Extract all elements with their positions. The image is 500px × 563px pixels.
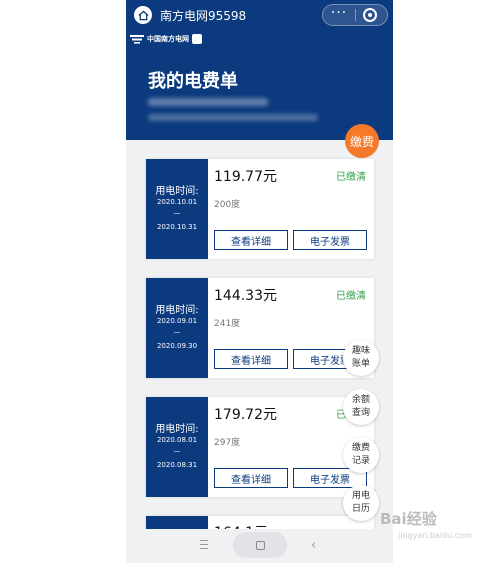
bill-card: 用电时间: 2020.10.01 — 2020.10.31 119.77元 已缴… — [146, 159, 374, 259]
balance-query-button[interactable]: 余额 查询 — [343, 389, 379, 425]
bill-period: 用电时间: 2020.08.01 — 2020.08.31 — [146, 397, 208, 497]
csg-logo-icon — [130, 35, 144, 44]
header: 南方电网95598 ··· 中国南方电网 我的电费单 — [126, 0, 393, 140]
usage-calendar-label: 用电 日历 — [351, 491, 370, 514]
close-icon[interactable] — [363, 8, 377, 22]
status-badge: 已缴清 — [336, 291, 366, 302]
period-end: 2020.10.31 — [156, 223, 198, 231]
payment-record-label: 缴费 记录 — [351, 443, 370, 466]
page-title: 我的电费单 — [148, 71, 238, 92]
payment-record-button[interactable]: 缴费 记录 — [343, 437, 379, 473]
view-detail-button[interactable]: 查看详细 — [214, 468, 288, 488]
system-nav-bar: ‹ — [126, 529, 393, 563]
balance-query-label: 余额 查询 — [351, 395, 370, 418]
home-nav-button[interactable] — [233, 532, 287, 558]
bill-usage: 241度 — [214, 319, 241, 329]
view-detail-button[interactable]: 查看详细 — [214, 349, 288, 369]
watermark: Bai经验 — [380, 510, 437, 528]
home-button[interactable] — [134, 6, 152, 24]
back-icon[interactable]: ‹ — [311, 538, 316, 553]
bill-amount: 179.72元 — [214, 407, 277, 423]
period-start: 2020.10.01 — [156, 198, 198, 206]
pay-button[interactable]: 缴费 — [345, 124, 379, 158]
menu-icon[interactable] — [200, 540, 208, 550]
bill-period: 用电时间: 2020.10.01 — 2020.10.31 — [146, 159, 208, 259]
period-end: 2020.08.31 — [156, 461, 198, 469]
square-icon — [256, 541, 265, 550]
account-info-blurred — [148, 98, 268, 106]
period-label: 用电时间: — [155, 305, 199, 316]
bill-amount: 119.77元 — [214, 169, 277, 185]
bill-usage: 297度 — [214, 438, 241, 448]
address-info-blurred — [148, 114, 318, 121]
bill-card: 用电时间: 2020.09.01 — 2020.09.30 144.33元 已缴… — [146, 278, 374, 378]
logo: 中国南方电网 — [130, 34, 202, 44]
phone-screen: 南方电网95598 ··· 中国南方电网 我的电费单 缴费 用电时间: 2020… — [126, 0, 393, 563]
bill-usage: 200度 — [214, 200, 241, 210]
period-start: 2020.08.01 — [156, 436, 198, 444]
bill-period: 用电时间: 2020.09.01 — 2020.09.30 — [146, 278, 208, 378]
period-dash: — — [173, 209, 181, 217]
fun-bill-button[interactable]: 趣味 账单 — [343, 340, 379, 376]
fun-bill-label: 趣味 账单 — [351, 346, 370, 369]
period-label: 用电时间: — [155, 424, 199, 435]
period-end: 2020.09.30 — [156, 342, 198, 350]
status-badge: 已缴清 — [336, 172, 366, 183]
e-invoice-button[interactable]: 电子发票 — [293, 230, 367, 250]
logo-badge-icon — [192, 34, 202, 44]
bill-card: 用电时间: 2020.08.01 — 2020.08.31 179.72元 已缴… — [146, 397, 374, 497]
watermark-url: jingyan.baidu.com — [398, 531, 472, 540]
period-dash: — — [173, 328, 181, 336]
logo-text: 中国南方电网 — [147, 35, 189, 43]
mini-program-capsule: ··· — [322, 4, 388, 26]
bill-list: 用电时间: 2020.10.01 — 2020.10.31 119.77元 已缴… — [146, 159, 374, 546]
bill-amount: 144.33元 — [214, 288, 277, 304]
period-start: 2020.09.01 — [156, 317, 198, 325]
capsule-divider — [355, 9, 356, 21]
period-dash: — — [173, 447, 181, 455]
home-icon — [137, 10, 149, 20]
app-title: 南方电网95598 — [160, 9, 247, 23]
title-bar: 南方电网95598 ··· — [126, 0, 393, 30]
view-detail-button[interactable]: 查看详细 — [214, 230, 288, 250]
period-label: 用电时间: — [155, 186, 199, 197]
more-button[interactable]: ··· — [323, 5, 355, 25]
usage-calendar-button[interactable]: 用电 日历 — [343, 485, 379, 521]
